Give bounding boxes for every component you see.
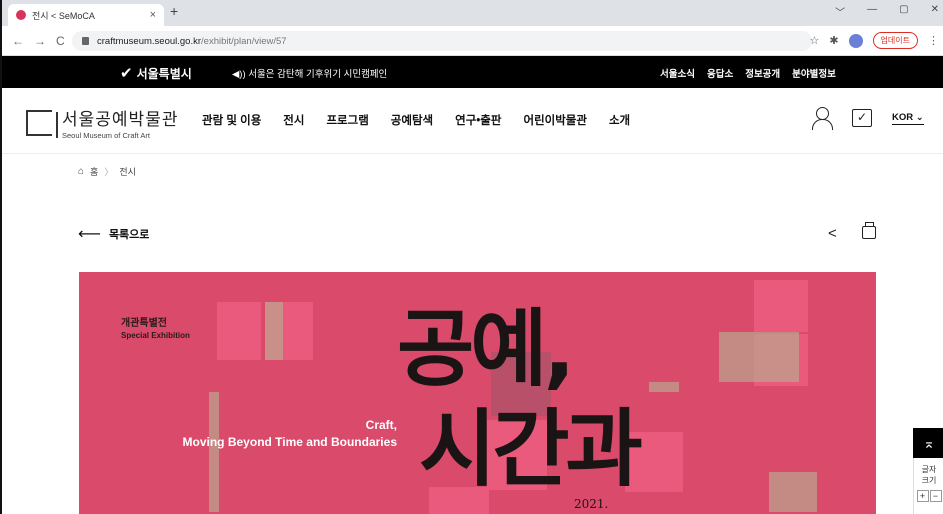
poster-badge: 개관특별전 Special Exhibition <box>121 314 190 340</box>
close-window-button[interactable]: ✕ <box>931 4 939 19</box>
tab-title: 전시 < SeMoCA <box>32 10 95 21</box>
font-size-label-2: 크기 <box>921 476 937 485</box>
poster-shape <box>649 382 679 392</box>
new-tab-button[interactable]: + <box>170 3 178 19</box>
seoul-logo-icon: ✔ <box>120 65 133 82</box>
left-arrow-icon: ⟵ <box>78 226 101 243</box>
bookmark-star-icon[interactable]: ☆ <box>809 34 819 47</box>
address-bar: ← → C craftmuseum.seoul.go.kr/exhibit/pl… <box>2 26 943 56</box>
seoul-city-logo[interactable]: ✔ 서울특별시 <box>120 64 192 82</box>
seoul-logo-text: 서울특별시 <box>136 66 192 81</box>
tab-bar: 전시 < SeMoCA × + ﹀ — ▢ ✕ <box>2 0 943 26</box>
browser-window: 전시 < SeMoCA × + ﹀ — ▢ ✕ ← → C craftmuseu… <box>0 0 943 514</box>
profile-avatar[interactable] <box>848 33 863 48</box>
breadcrumb-separator-icon: 〉 <box>104 167 114 177</box>
nav-item-children[interactable]: 어린이박물관 <box>523 112 586 128</box>
url-host: craftmuseum.seoul.go.kr <box>97 35 202 47</box>
util-link-response[interactable]: 응답소 <box>707 66 733 80</box>
print-icon[interactable] <box>862 222 876 239</box>
scroll-to-top-button[interactable]: ⌅ <box>913 428 943 458</box>
nav-item-about[interactable]: 소개 <box>609 112 630 128</box>
home-icon[interactable]: ⌂ <box>78 166 84 177</box>
nav-item-visit[interactable]: 관람 및 이용 <box>202 112 261 128</box>
reload-icon[interactable]: C <box>56 34 65 48</box>
url-path: /exhibit/plan/view/57 <box>201 35 287 47</box>
reservation-check-icon[interactable]: ✓ <box>852 109 872 127</box>
browser-tab[interactable]: 전시 < SeMoCA × <box>8 4 164 26</box>
back-to-list-label: 목록으로 <box>108 229 150 241</box>
font-size-label-1: 글자 <box>921 465 937 474</box>
share-icon[interactable]: < <box>828 225 837 242</box>
poster-shape <box>265 302 283 360</box>
museum-name-ko: 서울공예박물관 <box>62 110 179 129</box>
font-size-buttons: + − <box>914 490 943 502</box>
seoul-city-bar: ✔ 서울특별시 ◀)) 서울은 감탄해 기후위기 시민캠페인 서울소식 응답소 … <box>2 56 943 88</box>
badge-en: Special Exhibition <box>121 331 190 340</box>
extensions-icon[interactable]: ✱ <box>829 34 838 47</box>
poster-shape <box>769 472 817 512</box>
poster-square <box>754 280 808 332</box>
font-size-increase-button[interactable]: + <box>916 490 929 502</box>
util-link-disclosure[interactable]: 정보공개 <box>745 66 780 80</box>
poster-subtitle-line2: Moving Beyond Time and Boundaries <box>182 435 397 449</box>
seoul-util-links: 서울소식 응답소 정보공개 분야별정보 <box>660 66 836 80</box>
poster-shape <box>209 392 219 512</box>
nav-item-program[interactable]: 프로그램 <box>326 112 368 128</box>
tab-search-icon[interactable]: ﹀ <box>835 4 845 19</box>
main-nav: 관람 및 이용 전시 프로그램 공예탐색 연구•출판 어린이박물관 소개 <box>202 112 630 128</box>
util-link-news[interactable]: 서울소식 <box>660 66 695 80</box>
update-button[interactable]: 업데이트 <box>872 32 918 49</box>
poster-subtitle-line1: Craft, <box>365 418 397 432</box>
lock-icon <box>82 37 89 45</box>
minimize-button[interactable]: — <box>867 4 877 19</box>
forward-icon[interactable]: → <box>34 34 46 48</box>
url-input[interactable]: craftmuseum.seoul.go.kr/exhibit/plan/vie… <box>72 31 812 51</box>
maximize-button[interactable]: ▢ <box>899 4 908 19</box>
header-actions: ✓ KOR ⌄ <box>812 106 924 130</box>
museum-name-en: Seoul Museum of Craft Art <box>62 131 150 140</box>
nav-item-research[interactable]: 연구•출판 <box>455 112 501 128</box>
favicon-icon <box>16 10 26 20</box>
poster-shape <box>719 332 799 382</box>
museum-logo-icon <box>26 109 58 138</box>
breadcrumb-current[interactable]: 전시 <box>119 165 136 178</box>
browser-menu-icon[interactable]: ⋮ <box>928 34 939 47</box>
poster-title-line2: 시간과 <box>419 400 643 498</box>
language-select[interactable]: KOR ⌄ <box>892 112 924 125</box>
poster-year: 2021. <box>574 497 609 511</box>
floating-widget: ⌅ 글자 크기 + − <box>913 428 943 514</box>
campaign-link[interactable]: ◀)) 서울은 감탄해 기후위기 시민캠페인 <box>232 66 387 80</box>
back-to-list-button[interactable]: ⟵ 목록으로 <box>78 224 149 244</box>
window-controls: ﹀ — ▢ ✕ <box>835 4 939 19</box>
breadcrumb: ⌂ 홈 〉 전시 <box>78 165 136 178</box>
museum-logo[interactable]: 서울공예박물관 Seoul Museum of Craft Art <box>26 105 178 140</box>
font-size-decrease-button[interactable]: − <box>929 490 942 502</box>
badge-ko: 개관특별전 <box>121 318 167 329</box>
toolbar-actions: ☆ ✱ 업데이트 ⋮ <box>809 32 939 49</box>
museum-logo-text: 서울공예박물관 Seoul Museum of Craft Art <box>62 105 178 140</box>
poster-square <box>217 302 261 360</box>
font-size-control: 글자 크기 + − <box>913 458 943 514</box>
util-link-fields[interactable]: 분야별정보 <box>792 66 836 80</box>
back-icon[interactable]: ← <box>12 34 24 48</box>
close-tab-icon[interactable]: × <box>150 9 156 21</box>
nav-item-exhibition[interactable]: 전시 <box>283 112 304 128</box>
site-header: 서울공예박물관 Seoul Museum of Craft Art 관람 및 이… <box>2 88 943 154</box>
nav-item-explore[interactable]: 공예탐색 <box>391 112 433 128</box>
poster-subtitle: Craft, Moving Beyond Time and Boundaries <box>143 417 397 451</box>
user-icon[interactable] <box>812 106 833 130</box>
exhibition-poster: 개관특별전 Special Exhibition 공예, 시간과 Craft, … <box>79 272 876 514</box>
breadcrumb-home[interactable]: 홈 <box>90 165 98 178</box>
